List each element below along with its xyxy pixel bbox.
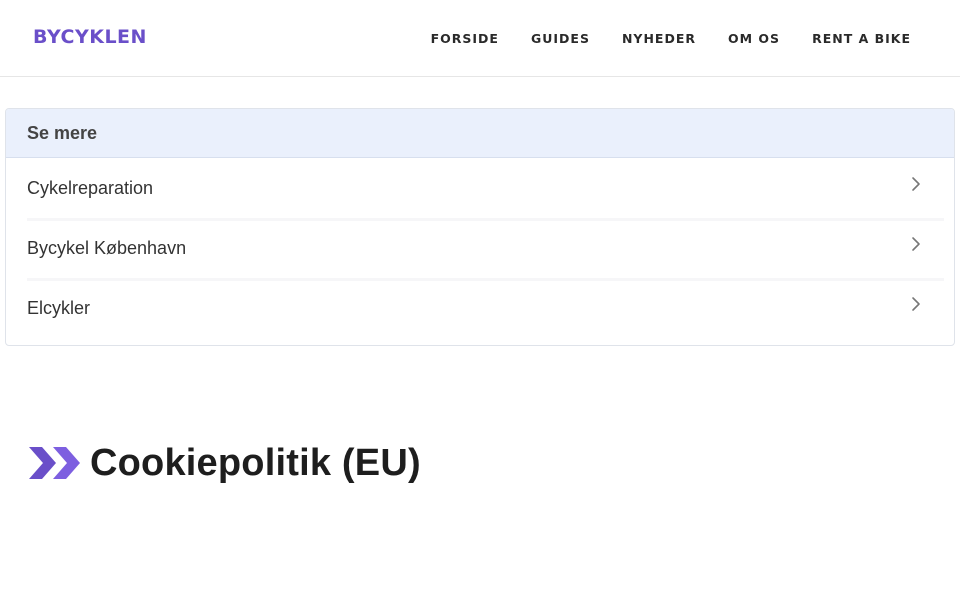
list-item-bycykel-kobenhavn[interactable]: Bycykel København [6,218,954,278]
chevron-right-icon [912,297,920,311]
nav-item-om-os[interactable]: OM OS [728,31,780,46]
page-title: Cookiepolitik (EU) [90,441,421,484]
list-item-label: Bycykel København [27,237,187,258]
list-item-elcykler[interactable]: Elcykler [6,278,954,338]
nav-item-rent-a-bike[interactable]: RENT A BIKE [812,31,911,46]
chevron-right-icon [912,237,920,251]
chevron-right-icon [912,177,920,191]
panel-title: Se mere [27,122,98,143]
list-item-label: Elcykler [27,297,91,318]
panel-header: Se mere [6,109,954,158]
nav-item-forside[interactable]: FORSIDE [431,31,499,46]
see-more-panel: Se mere Cykelreparation Bycykel Københav… [5,108,955,346]
list-item-cykelreparation[interactable]: Cykelreparation [6,158,954,218]
list-item-label: Cykelreparation [27,177,154,198]
panel-link-list: Cykelreparation Bycykel København Elcykl… [6,158,954,338]
site-header: BYCYKLEN FORSIDE GUIDES NYHEDER OM OS RE… [0,0,960,77]
nav-item-guides[interactable]: GUIDES [531,31,590,46]
page-heading: Cookiepolitik (EU) [29,438,421,488]
main-nav: FORSIDE GUIDES NYHEDER OM OS RENT A BIKE [399,31,911,46]
site-logo[interactable]: BYCYKLEN [33,26,147,48]
double-chevron-right-icon [29,447,80,479]
nav-item-nyheder[interactable]: NYHEDER [622,31,696,46]
